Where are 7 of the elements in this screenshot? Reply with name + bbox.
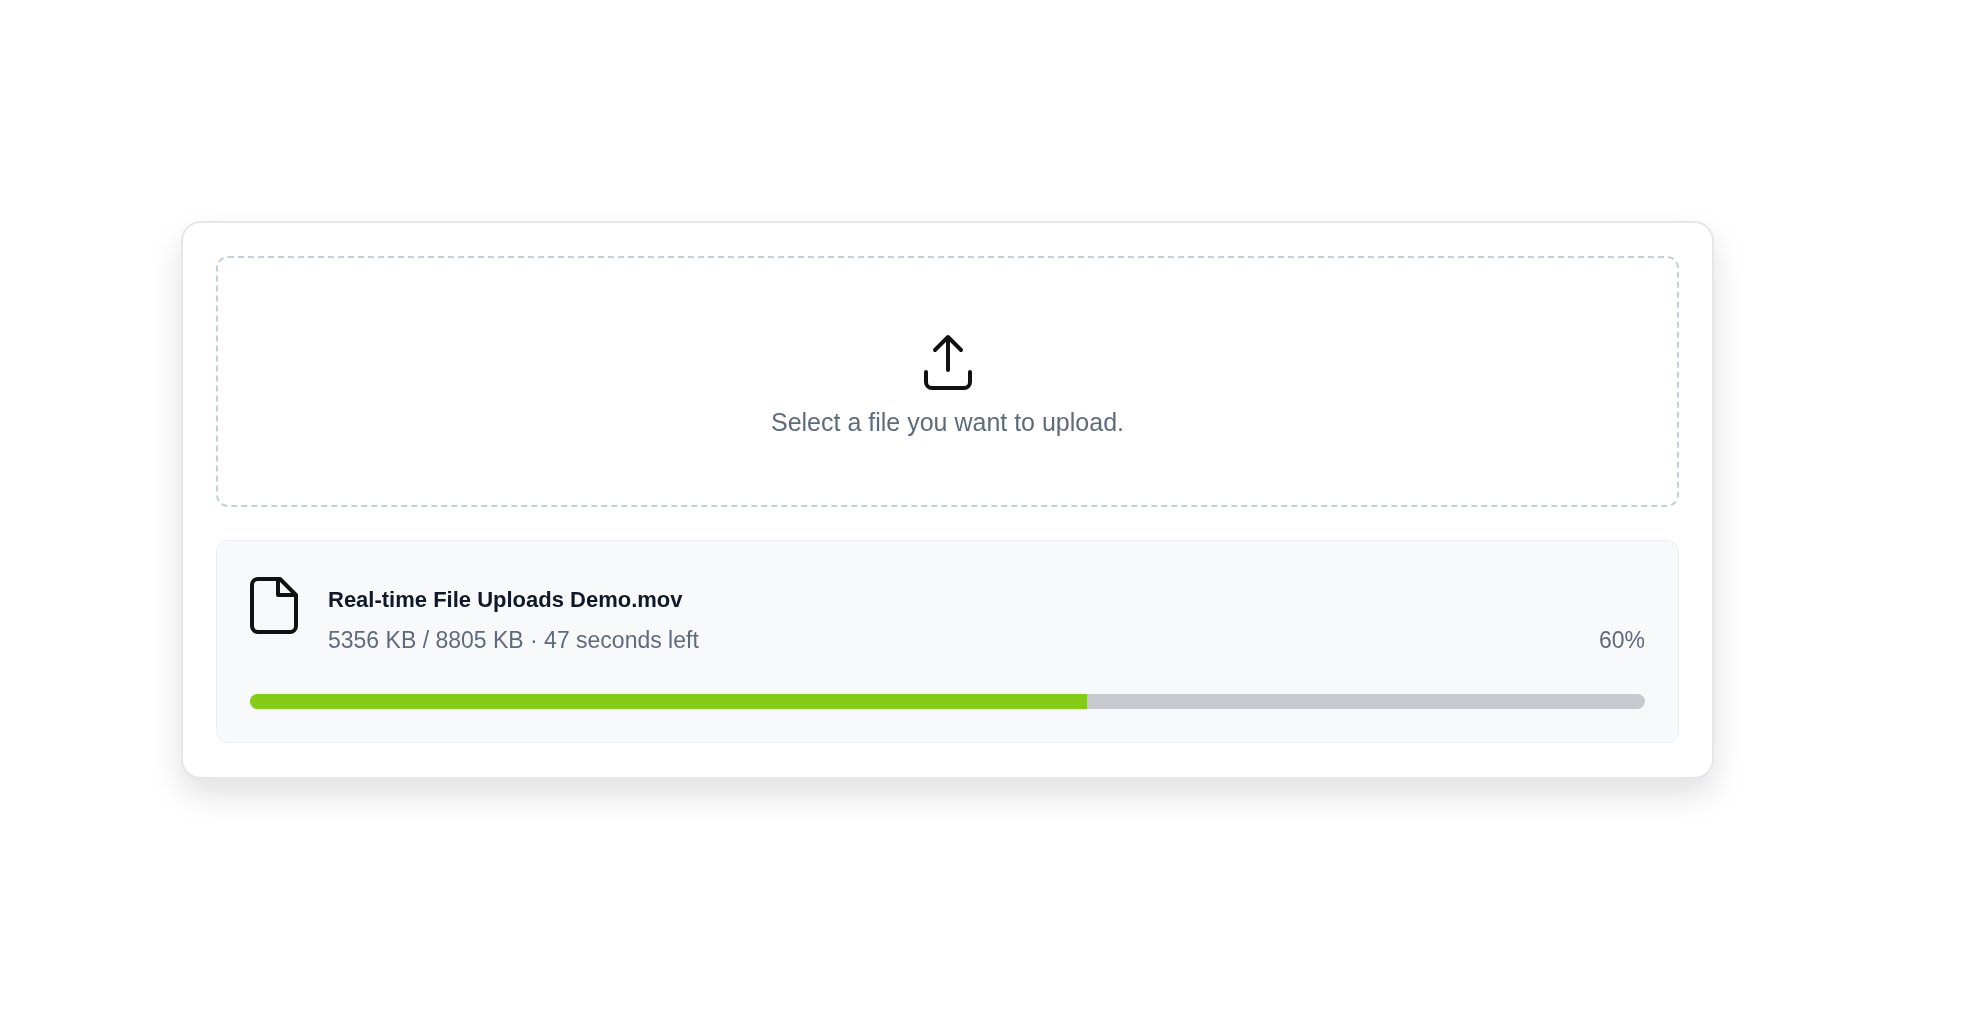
upload-percent: 60% bbox=[1598, 627, 1645, 654]
upload-prompt: Select a file you want to upload. bbox=[771, 408, 1124, 437]
upload-icon bbox=[922, 334, 973, 390]
file-icon bbox=[250, 577, 298, 634]
file-dropzone[interactable]: Select a file you want to upload. bbox=[216, 256, 1679, 507]
upload-progress-text: 5356 KB / 8805 KB · 47 seconds left bbox=[328, 627, 699, 654]
file-name: Real-time File Uploads Demo.mov bbox=[328, 587, 684, 613]
